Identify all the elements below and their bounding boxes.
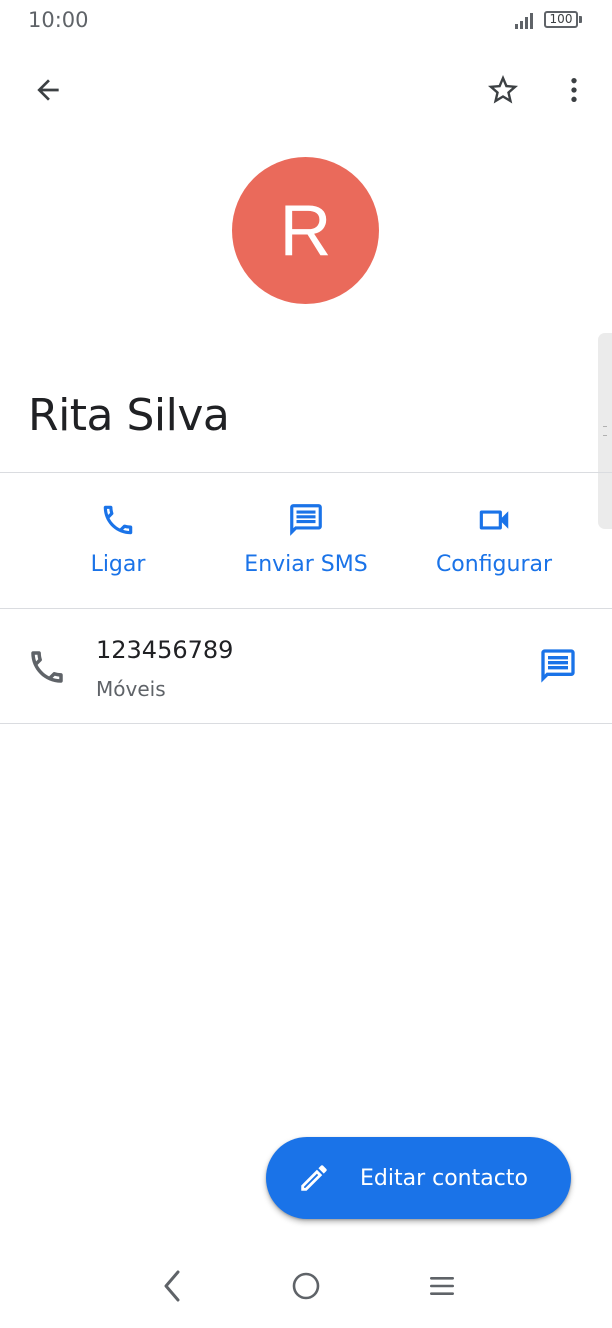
battery-icon: 100 — [544, 11, 578, 28]
back-arrow-icon — [37, 79, 59, 101]
nav-home-icon — [292, 1272, 320, 1300]
setup-video-action-button[interactable]: Configurar — [404, 500, 584, 590]
contact-avatar: R — [232, 157, 379, 304]
nav-back-icon — [164, 1270, 180, 1302]
call-action-button[interactable]: Ligar — [28, 500, 208, 590]
divider — [0, 723, 612, 724]
video-icon — [479, 510, 509, 530]
phone-type: Móveis — [96, 677, 166, 701]
more-vert-icon — [571, 78, 577, 102]
signal-icon — [515, 13, 533, 29]
more-options-button[interactable] — [550, 66, 598, 114]
contact-name: Rita Silva — [28, 390, 230, 441]
send-sms-button[interactable] — [532, 644, 584, 688]
avatar-letter: R — [279, 190, 332, 271]
phone-icon — [31, 651, 63, 683]
status-time: 10:00 — [28, 8, 89, 32]
phone-icon — [103, 505, 133, 535]
nav-home-button[interactable] — [284, 1264, 328, 1308]
sms-action-button[interactable]: Enviar SMS — [216, 500, 396, 590]
pencil-icon — [301, 1165, 327, 1191]
divider — [0, 472, 612, 473]
nav-back-button[interactable] — [152, 1264, 192, 1308]
star-outline-icon — [488, 75, 518, 104]
edit-contact-button[interactable]: Editar contacto — [266, 1137, 571, 1219]
scrollbar-grip-icon — [603, 426, 607, 436]
message-icon — [290, 504, 322, 536]
phone-number-row[interactable] — [0, 610, 612, 724]
back-button[interactable] — [24, 66, 72, 114]
nav-recents-icon — [430, 1277, 454, 1295]
favorite-button[interactable] — [479, 66, 527, 114]
message-icon — [541, 649, 575, 683]
nav-recents-button[interactable] — [420, 1264, 464, 1308]
sms-action-label: Enviar SMS — [244, 552, 368, 577]
divider — [0, 608, 612, 609]
edit-contact-label: Editar contacto — [360, 1165, 528, 1191]
phone-number: 123456789 — [96, 636, 234, 664]
setup-video-action-label: Configurar — [435, 552, 553, 577]
call-action-label: Ligar — [90, 552, 146, 577]
battery-tip — [579, 16, 582, 23]
